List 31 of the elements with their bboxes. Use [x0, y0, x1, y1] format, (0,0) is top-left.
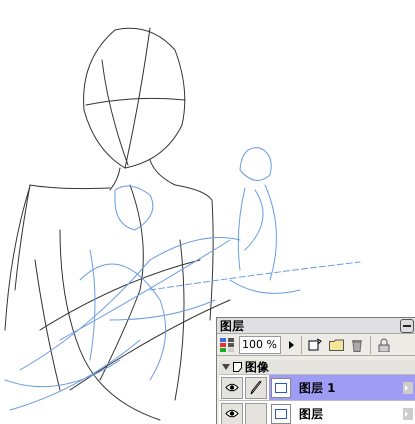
visibility-toggle[interactable] — [221, 376, 243, 398]
layer-thumbnail-icon — [271, 378, 291, 398]
eye-icon — [225, 383, 239, 392]
visibility-toggle[interactable] — [221, 402, 243, 424]
lock-button[interactable] — [376, 336, 392, 353]
layer-thumbnail-icon — [271, 404, 291, 424]
layer-row[interactable]: 图层 — [269, 401, 415, 424]
trash-icon — [351, 338, 363, 352]
new-page-icon — [308, 338, 322, 352]
page-icon — [233, 362, 242, 372]
expand-triangle-icon[interactable] — [222, 364, 230, 370]
layer-name: 图层 1 — [299, 380, 337, 396]
triangle-right-icon — [288, 340, 294, 349]
eye-icon — [225, 409, 239, 418]
layer-name: 图层 — [299, 406, 324, 422]
menu-tab-icon — [403, 382, 413, 394]
panel-title: 图层 — [220, 320, 244, 332]
folder-button[interactable] — [328, 336, 344, 353]
minimize-icon — [403, 324, 411, 327]
opacity-field[interactable]: 100 % — [239, 336, 281, 354]
menu-tab-icon — [403, 408, 413, 420]
color-swatch-icon — [220, 338, 234, 352]
new-layer-button[interactable] — [307, 336, 323, 353]
edit-toggle[interactable] — [245, 402, 267, 424]
pen-icon — [250, 380, 262, 394]
edit-toggle[interactable] — [245, 376, 267, 398]
lock-icon — [378, 338, 390, 352]
minimize-button[interactable] — [400, 318, 414, 333]
folder-icon — [328, 338, 344, 351]
group-name: 图像 — [245, 361, 269, 373]
layer-row[interactable]: 图层 1 — [269, 375, 415, 400]
